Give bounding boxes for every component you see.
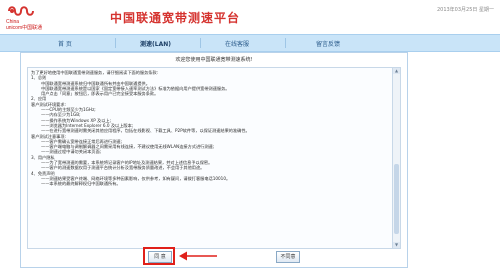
main-nav: 首 页 测速(LAN) 在线客服 留言反馈	[0, 34, 500, 52]
nav-divider	[285, 38, 286, 48]
nav-item-home[interactable]: 首 页	[58, 39, 72, 48]
unicom-knot-icon	[8, 6, 34, 16]
terms-text-area[interactable]: 为了更好地使用中国联通宽带测速服务，请仔细阅读下面的服务条款: 1、总则 中国联通宽…	[27, 67, 393, 249]
scroll-up-arrow-icon[interactable]: ▲	[393, 68, 400, 74]
disagree-button[interactable]: 不同意	[276, 251, 300, 263]
brand-name-cn: unicom中国联通	[6, 25, 43, 31]
nav-divider	[115, 38, 116, 48]
nav-item-feedback[interactable]: 留言反馈	[316, 39, 340, 48]
china-unicom-logo[interactable]: China unicom中国联通	[6, 4, 50, 32]
header: China unicom中国联通 中国联通宽带测速平台 2013年03月25日 …	[0, 0, 500, 34]
nav-item-online-service[interactable]: 在线客服	[225, 39, 249, 48]
terms-scrollbar[interactable]: ▲ ▼	[392, 67, 401, 249]
nav-divider	[200, 38, 201, 48]
terms-content: 为了更好地使用中国联通宽带测速服务，请仔细阅读下面的服务条款: 1、总则 中国联通宽…	[28, 68, 392, 189]
page-title: 中国联通宽带测速平台	[110, 11, 241, 25]
terms-dialog: 欢迎您使用中国联通宽带测速系统! 为了更好地使用中国联通宽带测速服务，请仔细阅读…	[20, 52, 408, 268]
terms-line: ——本系统的最终解释权归中国联通所有。	[41, 181, 121, 187]
scroll-thumb[interactable]	[394, 164, 399, 234]
dialog-title: 欢迎您使用中国联通宽带测速系统!	[175, 57, 253, 63]
pointer-arrow-icon	[179, 251, 217, 261]
date-text: 2013年03月25日 星期一	[436, 7, 494, 13]
scroll-down-arrow-icon[interactable]: ▼	[393, 242, 400, 248]
agree-button[interactable]: 同 意	[148, 251, 172, 263]
nav-item-speedtest[interactable]: 测速(LAN)	[140, 39, 171, 48]
